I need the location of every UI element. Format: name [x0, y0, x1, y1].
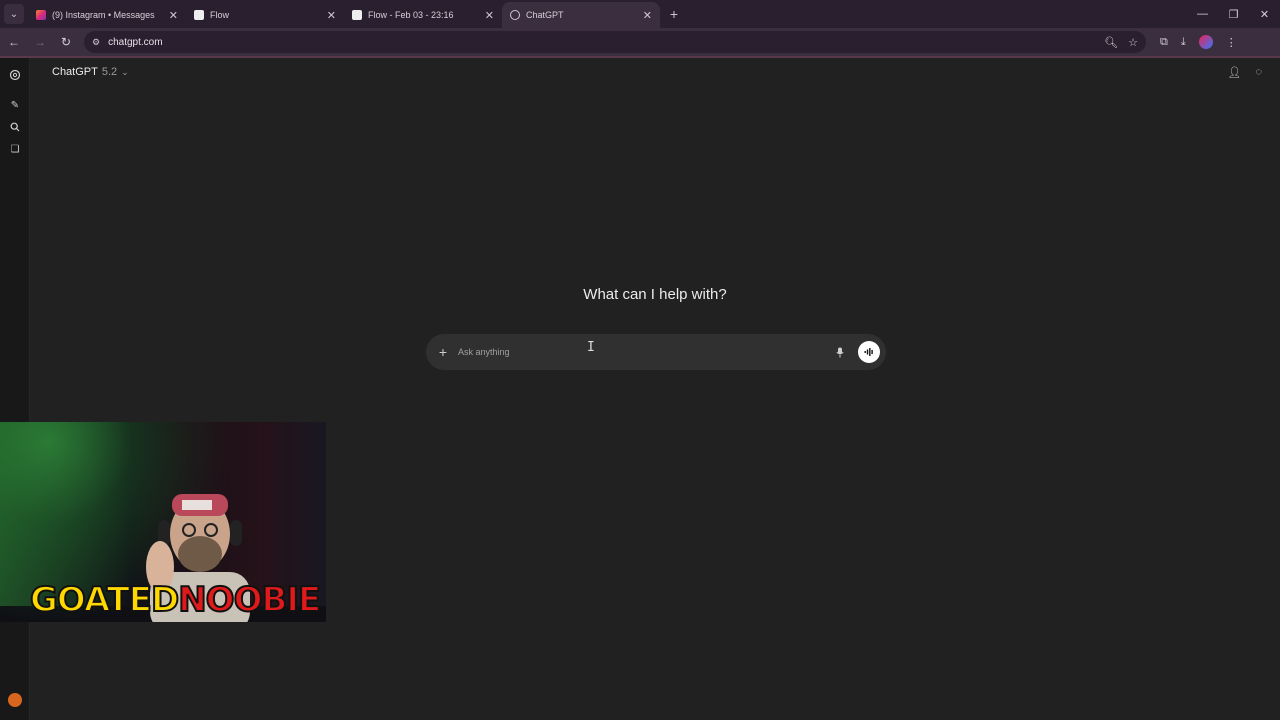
add-attachment-icon[interactable]: +: [436, 344, 450, 360]
browser-toolbar: ← → ↻ ⚙ chatgpt.com 🔍︎ ☆ ⧉ ⤓ ⋮: [0, 28, 1280, 56]
channel-logo: GOATED NOOBIE: [29, 578, 322, 622]
model-version: 5.2: [101, 66, 118, 78]
new-tab-icon[interactable]: +: [664, 4, 684, 24]
browser-tab-strip: ⌄ (9) Instagram • Messages ✕ Flow ✕ Flow…: [0, 0, 1280, 28]
openai-logo-icon[interactable]: [8, 68, 22, 82]
chatgpt-icon: [510, 10, 520, 20]
chevron-down-icon: ⌄: [121, 66, 129, 77]
browser-tab[interactable]: Flow ✕: [186, 2, 344, 28]
logo-text-noobie: NOOBIE: [177, 579, 322, 621]
window-controls: — ❐ ✕: [1187, 0, 1280, 28]
browser-tab-active[interactable]: ChatGPT ✕: [502, 2, 660, 28]
download-icon[interactable]: ⤓: [1181, 36, 1186, 49]
close-window-icon[interactable]: ✕: [1249, 0, 1280, 28]
restore-icon[interactable]: ❐: [1218, 0, 1249, 28]
tab-search-chevron-icon[interactable]: ⌄: [4, 4, 24, 24]
voice-mode-button[interactable]: [858, 341, 880, 363]
tab-title: (9) Instagram • Messages: [52, 10, 155, 20]
page-icon: [352, 10, 362, 20]
text-cursor-icon: I: [587, 340, 595, 355]
minimize-icon[interactable]: —: [1187, 0, 1218, 28]
composer[interactable]: +: [426, 334, 886, 370]
search-icon[interactable]: [8, 120, 22, 134]
reload-icon[interactable]: ↻: [54, 30, 78, 54]
library-icon[interactable]: ❏: [8, 142, 22, 156]
url-text: chatgpt.com: [108, 36, 163, 48]
site-info-icon[interactable]: ⚙: [92, 37, 100, 48]
voice-waveform-icon: [864, 348, 873, 356]
profile-avatar[interactable]: [1198, 35, 1213, 49]
tab-title: Flow: [210, 10, 230, 20]
temporary-chat-icon[interactable]: ◌: [1255, 66, 1262, 79]
extensions-icon[interactable]: ⧉: [1160, 36, 1168, 49]
prompt-input[interactable]: [458, 347, 832, 357]
logo-text-goated: GOATED: [29, 579, 180, 621]
tab-close-icon[interactable]: ✕: [327, 9, 336, 22]
bookmark-star-icon[interactable]: ☆: [1128, 36, 1138, 49]
tab-close-icon[interactable]: ✕: [485, 9, 494, 22]
forward-icon[interactable]: →: [28, 30, 52, 54]
more-menu-icon[interactable]: ⋮: [1226, 36, 1237, 49]
new-chat-icon[interactable]: ✎: [8, 98, 22, 112]
back-icon[interactable]: ←: [2, 30, 26, 54]
microphone-icon[interactable]: [832, 344, 848, 360]
model-selector[interactable]: ChatGPT 5.2 ⌄: [52, 66, 129, 78]
user-avatar[interactable]: [8, 693, 22, 707]
model-name: ChatGPT: [52, 66, 98, 78]
tab-close-icon[interactable]: ✕: [643, 9, 652, 22]
tab-close-icon[interactable]: ✕: [169, 9, 178, 22]
zoom-icon[interactable]: 🔍︎: [1104, 36, 1118, 49]
header-actions: 👤︎ ◌: [1227, 66, 1262, 79]
page-title: What can I help with?: [583, 286, 727, 303]
browser-tab[interactable]: (9) Instagram • Messages ✕: [28, 2, 186, 28]
tab-title: ChatGPT: [526, 10, 564, 20]
tab-title: Flow - Feb 03 - 23:16: [368, 10, 454, 20]
toolbar-divider: [0, 56, 1280, 58]
instagram-icon: [36, 10, 46, 20]
page-icon: [194, 10, 204, 20]
add-people-icon[interactable]: 👤︎: [1227, 66, 1241, 79]
browser-tab[interactable]: Flow - Feb 03 - 23:16 ✕: [344, 2, 502, 28]
address-bar[interactable]: ⚙ chatgpt.com 🔍︎ ☆: [84, 31, 1146, 53]
